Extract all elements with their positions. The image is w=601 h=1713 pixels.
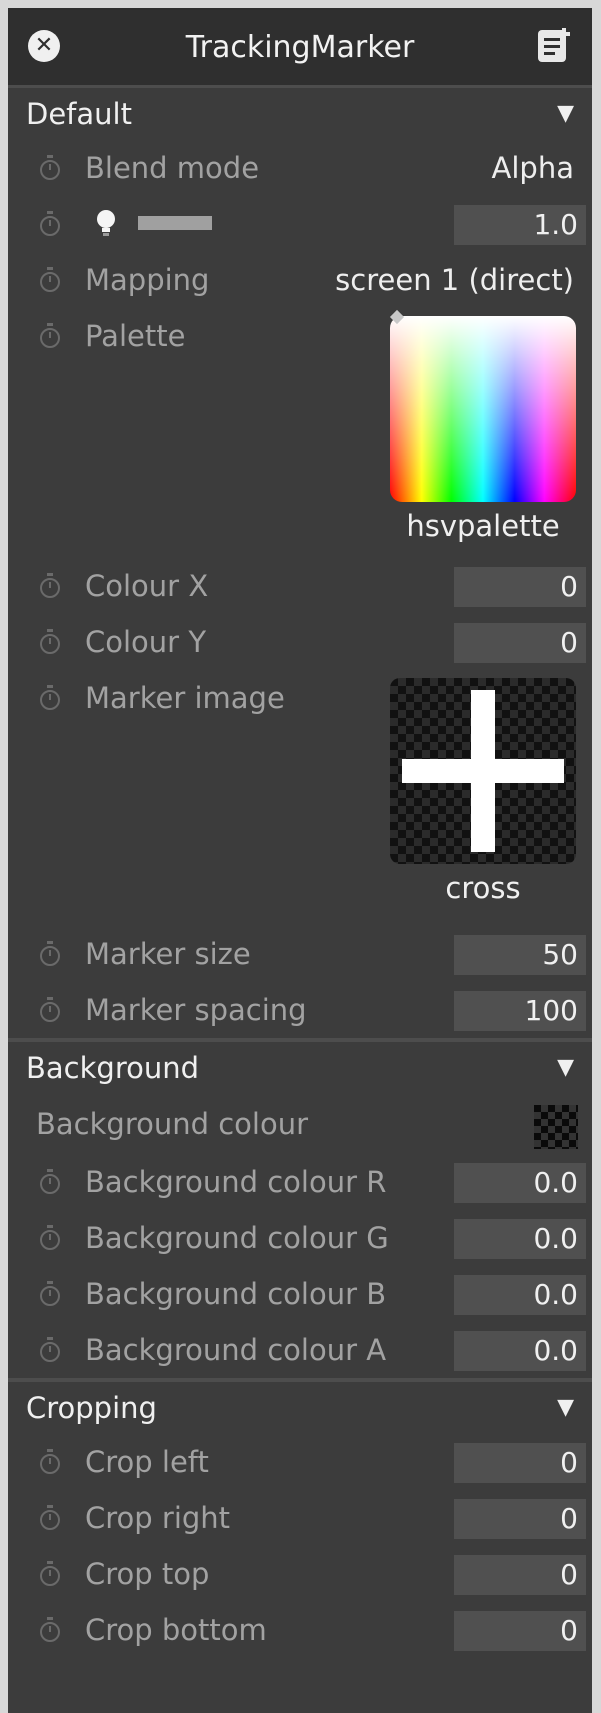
- stopwatch-icon[interactable]: [38, 210, 62, 238]
- background-colour-a-label: Background colour A: [85, 1333, 387, 1367]
- background-colour-r-field[interactable]: 0.0: [454, 1163, 586, 1203]
- crop-top-label: Crop top: [85, 1557, 210, 1591]
- colour-x-field[interactable]: 0: [454, 567, 586, 607]
- crop-bottom-row: Crop bottom 0: [8, 1602, 592, 1658]
- crop-right-field[interactable]: 0: [454, 1499, 586, 1539]
- blend-mode-label: Blend mode: [85, 151, 260, 185]
- marker-image-name: cross: [445, 871, 521, 905]
- stopwatch-icon[interactable]: [38, 1280, 62, 1308]
- triangle-down-icon[interactable]: ▼: [557, 1042, 574, 1094]
- stopwatch-icon[interactable]: [38, 1616, 62, 1644]
- marker-spacing-label: Marker spacing: [85, 993, 307, 1027]
- lightbulb-icon: [97, 210, 115, 236]
- opacity-row: 1.0: [8, 196, 592, 252]
- stopwatch-icon[interactable]: [38, 154, 62, 182]
- marker-image-row: Marker image cross: [8, 670, 592, 926]
- stopwatch-icon[interactable]: [38, 572, 62, 600]
- background-colour-b-label: Background colour B: [85, 1277, 387, 1311]
- marker-image-thumbnail[interactable]: [390, 678, 576, 864]
- marker-size-row: Marker size 50: [8, 926, 592, 982]
- crop-left-label: Crop left: [85, 1445, 209, 1479]
- crop-right-row: Crop right 0: [8, 1490, 592, 1546]
- colour-x-row: Colour X 0: [8, 558, 592, 614]
- background-colour-label: Background colour: [36, 1107, 309, 1141]
- background-colour-r-label: Background colour R: [85, 1165, 387, 1199]
- cross-icon: [402, 759, 564, 783]
- properties-panel: ✕ TrackingMarker Default ▼ Blend mode Al…: [8, 8, 592, 1713]
- crop-left-row: Crop left 0: [8, 1434, 592, 1490]
- marker-size-label: Marker size: [85, 937, 251, 971]
- mapping-label: Mapping: [85, 263, 210, 297]
- crop-left-field[interactable]: 0: [454, 1443, 586, 1483]
- mapping-row: Mapping screen 1 (direct): [8, 252, 592, 308]
- palette-name: hsvpalette: [406, 509, 560, 543]
- palette-row: Palette hsvpalette: [8, 308, 592, 558]
- title-bar: ✕ TrackingMarker: [8, 8, 592, 88]
- crop-bottom-field[interactable]: 0: [454, 1611, 586, 1651]
- section-header-default[interactable]: Default ▼: [8, 88, 592, 140]
- marker-spacing-field[interactable]: 100: [454, 991, 586, 1031]
- background-colour-b-field[interactable]: 0.0: [454, 1275, 586, 1315]
- stopwatch-icon[interactable]: [38, 266, 62, 294]
- mapping-select[interactable]: screen 1 (direct): [335, 252, 574, 308]
- stopwatch-icon[interactable]: [38, 940, 62, 968]
- background-colour-g-field[interactable]: 0.0: [454, 1219, 586, 1259]
- colour-y-label: Colour Y: [85, 625, 207, 659]
- window-title: TrackingMarker: [185, 30, 415, 65]
- opacity-field[interactable]: 1.0: [454, 205, 586, 245]
- background-colour-g-label: Background colour G: [85, 1221, 389, 1255]
- background-colour-g-row: Background colour G 0.0: [8, 1210, 592, 1266]
- crop-top-field[interactable]: 0: [454, 1555, 586, 1595]
- stopwatch-icon[interactable]: [38, 996, 62, 1024]
- background-colour-b-row: Background colour B 0.0: [8, 1266, 592, 1322]
- blend-mode-select[interactable]: Alpha: [492, 140, 574, 196]
- section-header-cropping[interactable]: Cropping ▼: [8, 1382, 592, 1434]
- stopwatch-icon[interactable]: [38, 1168, 62, 1196]
- background-colour-a-row: Background colour A 0.0: [8, 1322, 592, 1378]
- stopwatch-icon[interactable]: [38, 322, 62, 350]
- stopwatch-icon[interactable]: [38, 628, 62, 656]
- colour-x-label: Colour X: [85, 569, 209, 603]
- background-colour-a-field[interactable]: 0.0: [454, 1331, 586, 1371]
- background-colour-row: Background colour: [8, 1094, 592, 1154]
- stopwatch-icon[interactable]: [38, 1336, 62, 1364]
- stopwatch-icon[interactable]: [38, 1224, 62, 1252]
- stopwatch-icon[interactable]: [38, 684, 62, 712]
- crop-bottom-label: Crop bottom: [85, 1613, 267, 1647]
- blend-mode-row: Blend mode Alpha: [8, 140, 592, 196]
- palette-swatch[interactable]: [390, 316, 576, 502]
- crop-right-label: Crop right: [85, 1501, 231, 1535]
- section-label: Background: [26, 1051, 200, 1085]
- notes-icon[interactable]: [534, 26, 574, 66]
- background-colour-r-row: Background colour R 0.0: [8, 1154, 592, 1210]
- palette-label: Palette: [85, 319, 186, 353]
- section-label: Cropping: [26, 1391, 157, 1425]
- section-label: Default: [26, 97, 132, 131]
- opacity-slider[interactable]: [138, 216, 212, 230]
- stopwatch-icon[interactable]: [38, 1504, 62, 1532]
- background-colour-swatch[interactable]: [534, 1105, 578, 1149]
- colour-y-field[interactable]: 0: [454, 623, 586, 663]
- marker-spacing-row: Marker spacing 100: [8, 982, 592, 1038]
- section-header-background[interactable]: Background ▼: [8, 1042, 592, 1094]
- colour-y-row: Colour Y 0: [8, 614, 592, 670]
- triangle-down-icon[interactable]: ▼: [557, 88, 574, 140]
- marker-image-label: Marker image: [85, 681, 285, 715]
- crop-top-row: Crop top 0: [8, 1546, 592, 1602]
- triangle-down-icon[interactable]: ▼: [557, 1382, 574, 1434]
- stopwatch-icon[interactable]: [38, 1448, 62, 1476]
- stopwatch-icon[interactable]: [38, 1560, 62, 1588]
- marker-size-field[interactable]: 50: [454, 935, 586, 975]
